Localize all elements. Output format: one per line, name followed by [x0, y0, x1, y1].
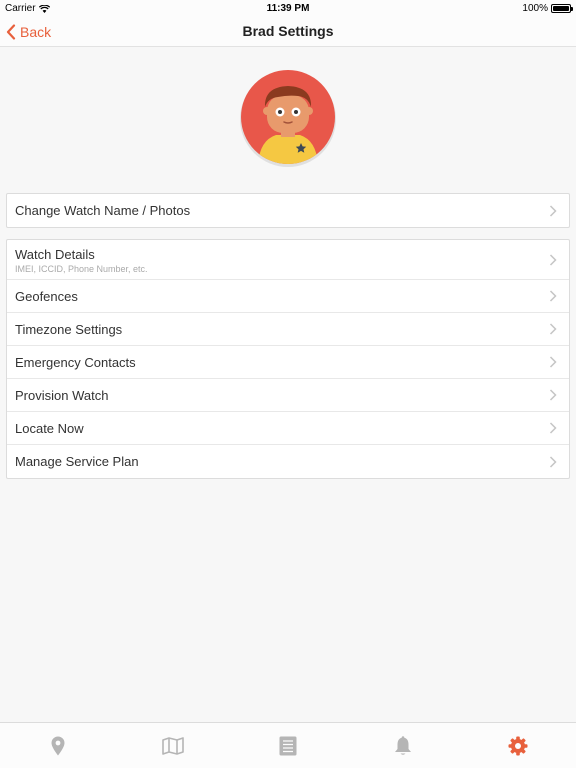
row-label: Manage Service Plan [15, 454, 139, 469]
tab-map[interactable] [115, 723, 230, 768]
provision-watch-row[interactable]: Provision Watch [7, 379, 569, 412]
status-time: 11:39 PM [266, 3, 310, 14]
profile-settings-group: Change Watch Name / Photos [6, 193, 570, 228]
geofences-row[interactable]: Geofences [7, 280, 569, 313]
chevron-right-icon [549, 290, 557, 302]
chevron-right-icon [549, 253, 557, 266]
chevron-right-icon [549, 455, 557, 468]
tab-bar [0, 722, 576, 768]
map-icon [161, 737, 184, 755]
row-label: Geofences [15, 289, 78, 304]
locate-now-row[interactable]: Locate Now [7, 412, 569, 445]
tab-alerts[interactable] [345, 723, 460, 768]
manage-service-plan-row[interactable]: Manage Service Plan [7, 445, 569, 478]
tab-settings[interactable] [460, 723, 575, 768]
chevron-right-icon [549, 389, 557, 401]
chevron-right-icon [549, 356, 557, 368]
battery-percent: 100% [522, 3, 548, 14]
row-label: Watch Details [15, 247, 95, 262]
watch-settings-group: Watch Details IMEI, ICCID, Phone Number,… [6, 239, 570, 479]
status-right: 100% [522, 3, 573, 14]
row-label: Change Watch Name / Photos [15, 203, 191, 218]
chevron-right-icon [549, 323, 557, 335]
avatar[interactable] [238, 69, 338, 169]
navigation-bar: Back Brad Settings [0, 16, 576, 47]
gear-icon [508, 736, 527, 756]
row-label: Timezone Settings [15, 322, 123, 337]
row-label: Locate Now [15, 421, 84, 436]
timezone-settings-row[interactable]: Timezone Settings [7, 313, 569, 346]
row-subtitle: IMEI, ICCID, Phone Number, etc. [15, 264, 148, 274]
location-pin-icon [51, 736, 64, 756]
tab-location[interactable] [0, 723, 115, 768]
row-label: Emergency Contacts [15, 355, 136, 370]
chevron-right-icon [549, 204, 557, 217]
tab-history[interactable] [230, 723, 345, 768]
status-bar: Carrier 11:39 PM 100% [0, 0, 576, 16]
list-icon [279, 736, 296, 756]
battery-icon [551, 4, 573, 13]
chevron-right-icon [549, 422, 557, 434]
watch-details-row[interactable]: Watch Details IMEI, ICCID, Phone Number,… [7, 240, 569, 280]
page-title: Brad Settings [242, 23, 334, 39]
row-label: Provision Watch [15, 388, 109, 403]
child-avatar-image [240, 70, 336, 167]
change-watch-name-row[interactable]: Change Watch Name / Photos [7, 194, 569, 227]
emergency-contacts-row[interactable]: Emergency Contacts [7, 346, 569, 379]
bell-icon [394, 736, 411, 755]
